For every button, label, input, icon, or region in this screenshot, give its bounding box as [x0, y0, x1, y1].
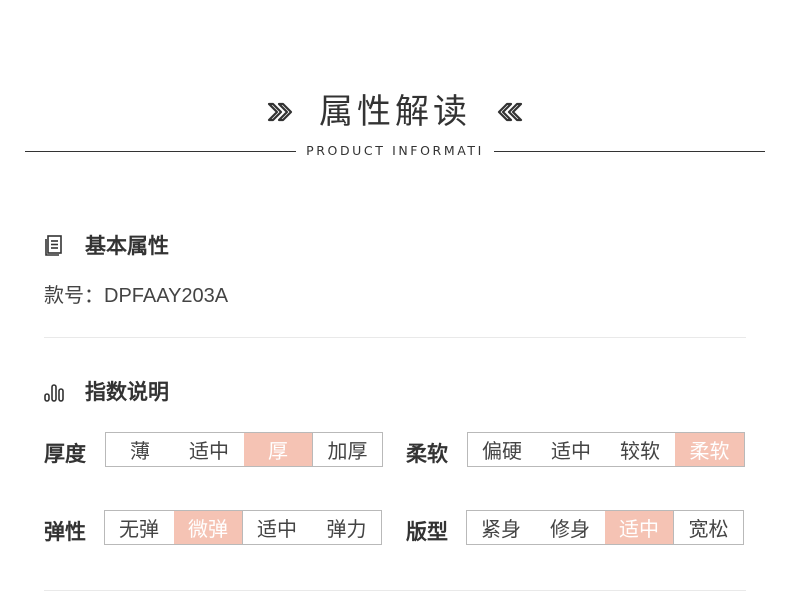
index-label: 指数说明 — [85, 380, 169, 404]
bar-chart-icon — [44, 380, 64, 402]
elasticity-option: 无弹 — [119, 517, 159, 541]
fit-option: 宽松 — [688, 517, 729, 541]
subtitle-row: PRODUCT INFORMATI — [25, 141, 765, 161]
softness-option: 偏硬 — [482, 439, 522, 463]
thickness-option: 薄 — [130, 439, 150, 463]
elasticity-option: 适中 — [257, 517, 297, 541]
thickness-option: 厚 — [244, 433, 313, 466]
thickness-option: 加厚 — [327, 439, 368, 463]
thickness-scale: 薄 适中 厚 加厚 — [105, 432, 383, 467]
page-title: 属性解读 — [319, 92, 471, 132]
elasticity-option: 微弹 — [174, 511, 243, 544]
fit-option: 修身 — [550, 517, 590, 541]
double-chevron-right-icon — [267, 100, 297, 124]
elasticity-scale: 无弹 微弹 适中 弹力 — [104, 510, 382, 545]
fit-option: 紧身 — [481, 517, 521, 541]
elasticity-label: 弹性 — [44, 520, 86, 544]
style-number: 款号：DPFAAY203A — [44, 285, 229, 307]
softness-option: 适中 — [551, 439, 591, 463]
subtitle-line-right — [493, 150, 765, 152]
softness-option: 较软 — [620, 439, 660, 463]
softness-label: 柔软 — [406, 442, 448, 466]
divider-top — [44, 337, 746, 338]
elasticity-option: 弹力 — [326, 517, 367, 541]
fit-option: 适中 — [605, 511, 674, 544]
softness-scale: 偏硬 适中 较软 柔软 — [467, 432, 745, 467]
page-subtitle: PRODUCT INFORMATI — [306, 142, 484, 158]
softness-option: 柔软 — [675, 433, 744, 466]
thickness-option: 适中 — [189, 439, 229, 463]
fit-label: 版型 — [406, 520, 448, 544]
basic-attributes-label: 基本属性 — [85, 234, 169, 258]
basic-attributes-heading: 基本属性 — [44, 230, 169, 260]
document-list-icon — [44, 234, 64, 256]
subtitle-line-left — [25, 150, 297, 152]
thickness-label: 厚度 — [44, 442, 86, 466]
index-heading: 指数说明 — [44, 376, 169, 406]
double-chevron-left-icon — [493, 100, 523, 124]
product-info-panel: 属性解读 PRODUCT INFORMATI 基本属性 款号：DPFAAY203… — [0, 0, 790, 591]
section-title-row: 属性解读 — [0, 88, 790, 136]
fit-scale: 紧身 修身 适中 宽松 — [466, 510, 744, 545]
